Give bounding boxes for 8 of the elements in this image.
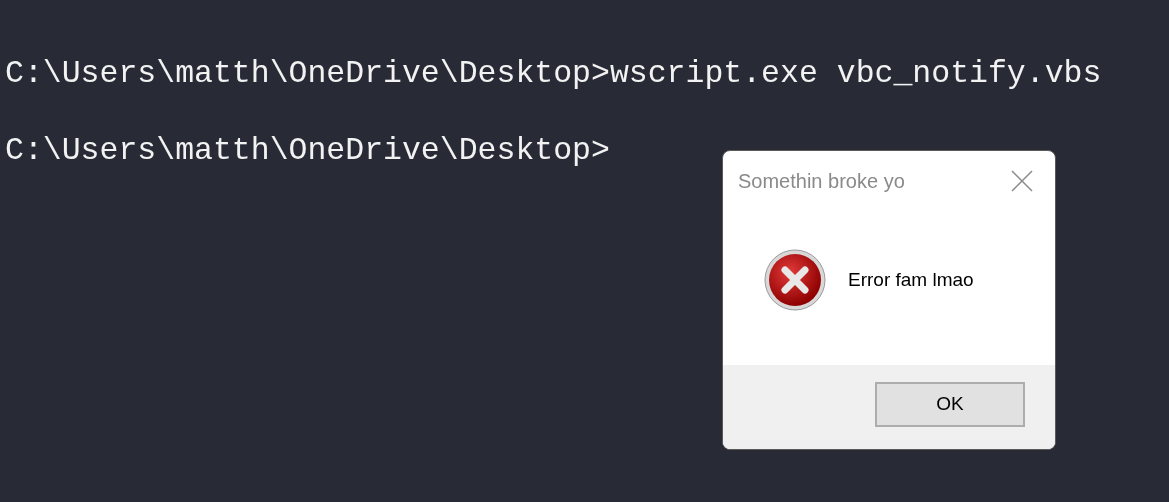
close-button[interactable] — [1009, 168, 1035, 194]
close-icon — [1011, 170, 1033, 192]
error-icon — [764, 249, 826, 311]
ok-button[interactable]: OK — [875, 381, 1025, 427]
error-message: Error fam lmao — [848, 269, 974, 291]
terminal-line: C:\Users\matth\OneDrive\Desktop> — [5, 135, 610, 167]
dialog-title: Somethin broke yo — [738, 169, 905, 193]
terminal-line: C:\Users\matth\OneDrive\Desktop>wscript.exe vbc_notify.vbs — [5, 58, 1102, 90]
